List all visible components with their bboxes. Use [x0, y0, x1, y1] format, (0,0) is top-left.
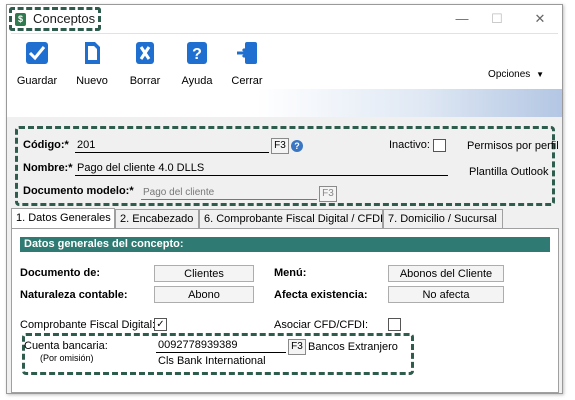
menu-button[interactable]: Abonos del Cliente: [388, 265, 504, 282]
maximize-button[interactable]: ☐: [482, 9, 512, 29]
opciones-label: Opciones: [488, 69, 531, 80]
ayuda-button[interactable]: ? Ayuda: [175, 37, 219, 87]
header-banner: [7, 89, 562, 117]
inactivo-checkbox[interactable]: [433, 139, 446, 152]
exit-door-icon: [237, 42, 257, 64]
tab-encabezado[interactable]: 2. Encabezado: [115, 209, 199, 228]
title-bar: $ Conceptos — ☐ ✕: [7, 5, 562, 33]
naturaleza-button[interactable]: Abono: [154, 286, 254, 303]
guardar-label: Guardar: [16, 75, 58, 87]
codigo-f3-button[interactable]: F3: [271, 138, 289, 154]
documento-f3-button[interactable]: F3: [319, 186, 337, 202]
inactivo-label: Inactivo:: [389, 139, 430, 151]
delete-x-icon: [136, 42, 154, 64]
conceptos-window: $ Conceptos — ☐ ✕ Guardar Nuevo Borrar ?…: [6, 4, 563, 394]
checkmark-icon: [26, 42, 48, 64]
toolbar: Guardar Nuevo Borrar ? Ayuda Cerrar Opci…: [7, 33, 562, 90]
toolbar-divider: [11, 33, 558, 34]
nuevo-button[interactable]: Nuevo: [70, 37, 114, 87]
nombre-label: Nombre:*: [23, 162, 73, 174]
datos-generales-panel: Datos generales del concepto: Documento …: [11, 228, 559, 393]
asociar-checkbox[interactable]: [388, 318, 401, 331]
cerrar-button[interactable]: Cerrar: [225, 37, 269, 87]
afecta-label: Afecta existencia:: [274, 289, 368, 301]
menu-label: Menú:: [274, 267, 307, 279]
cuenta-input[interactable]: 0092778939389: [158, 339, 238, 351]
help-icon[interactable]: ?: [291, 140, 303, 152]
tab-datos-generales[interactable]: 1. Datos Generales: [11, 208, 115, 229]
opciones-menu[interactable]: Opciones ▼: [488, 69, 544, 80]
cuenta-underline: [156, 352, 286, 353]
minimize-button[interactable]: —: [447, 9, 477, 29]
documento-de-label: Documento de:: [20, 267, 101, 279]
ayuda-label: Ayuda: [181, 75, 213, 87]
documento-de-button[interactable]: Clientes: [154, 265, 254, 282]
section-header: Datos generales del concepto:: [20, 237, 550, 252]
cfd-checkbox[interactable]: ✓: [154, 318, 167, 331]
cuenta-f3-button[interactable]: F3: [288, 339, 306, 355]
cuenta-bank-name: Cls Bank International: [158, 355, 266, 367]
close-window-button[interactable]: ✕: [525, 9, 555, 29]
guardar-button[interactable]: Guardar: [15, 37, 59, 87]
afecta-button[interactable]: No afecta: [388, 286, 504, 303]
help-question-icon: ?: [187, 42, 207, 64]
chevron-down-icon: ▼: [536, 70, 544, 79]
cuenta-label: Cuenta bancaria:: [24, 340, 108, 352]
codigo-input[interactable]: 201: [77, 139, 95, 151]
svg-text:?: ?: [192, 46, 202, 63]
documento-modelo-input[interactable]: Pago del cliente: [143, 187, 214, 198]
plantilla-outlook-link[interactable]: Plantilla Outlook: [469, 166, 549, 178]
nuevo-label: Nuevo: [76, 75, 108, 87]
nombre-input[interactable]: Pago del cliente 4.0 DLLS: [77, 162, 204, 174]
nombre-underline: [75, 175, 448, 176]
tab-cfdi[interactable]: 6. Comprobante Fiscal Digital / CFDI: [199, 209, 383, 228]
cerrar-label: Cerrar: [231, 75, 263, 87]
title-highlight-box: [9, 7, 101, 31]
cuenta-bank-label: Bancos Extranjero: [308, 341, 398, 353]
asociar-label: Asociar CFD/CFDI:: [274, 319, 369, 331]
cuenta-sub-label: (Por omisión): [40, 353, 94, 363]
document-icon: [85, 42, 100, 64]
permisos-link[interactable]: Permisos por perfil: [467, 140, 559, 152]
documento-modelo-label: Documento modelo:*: [23, 185, 134, 197]
borrar-button[interactable]: Borrar: [123, 37, 167, 87]
borrar-label: Borrar: [129, 75, 161, 87]
naturaleza-label: Naturaleza contable:: [20, 289, 128, 301]
tab-domicilio[interactable]: 7. Domicilio / Sucursal: [383, 209, 503, 228]
documento-underline: [141, 199, 317, 200]
cfd-label: Comprobante Fiscal Digital:: [20, 319, 156, 331]
codigo-underline: [75, 152, 269, 153]
codigo-label: Código:*: [23, 139, 69, 151]
